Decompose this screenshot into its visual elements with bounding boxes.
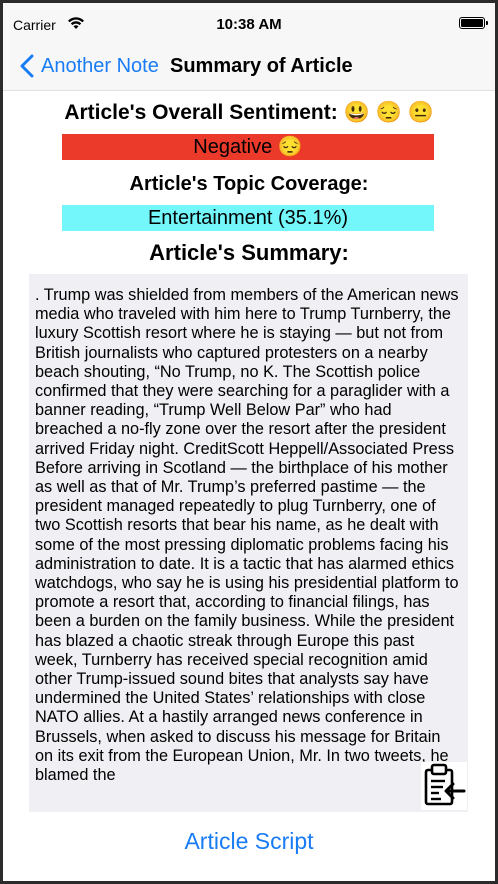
chevron-left-icon bbox=[20, 54, 34, 78]
status-bar: Carrier 10:38 AM bbox=[3, 3, 495, 43]
sentiment-value-badge: Negative 😔 bbox=[62, 134, 434, 160]
topic-value-badge: Entertainment (35.1%) bbox=[62, 205, 434, 231]
sentiment-heading: Article's Overall Sentiment: 😃 😔 😐 bbox=[64, 101, 434, 124]
summary-heading: Article's Summary: bbox=[149, 240, 349, 265]
clipboard-paste-icon[interactable] bbox=[421, 762, 467, 810]
summary-text: . Trump was shielded from members of the… bbox=[35, 286, 459, 785]
navigation-bar: Another Note Summary of Article bbox=[3, 43, 495, 91]
page-title: Summary of Article bbox=[170, 55, 353, 77]
status-time: 10:38 AM bbox=[216, 16, 282, 33]
battery-full-icon bbox=[459, 17, 488, 29]
summary-text-view[interactable]: . Trump was shielded from members of the… bbox=[29, 274, 468, 812]
back-button[interactable]: Another Note bbox=[19, 53, 159, 79]
back-button-label: Another Note bbox=[41, 54, 159, 77]
screen: Carrier 10:38 AM Another Note Summary of… bbox=[3, 3, 495, 881]
article-script-button[interactable]: Article Script bbox=[3, 828, 495, 855]
topic-heading: Article's Topic Coverage: bbox=[129, 173, 369, 195]
